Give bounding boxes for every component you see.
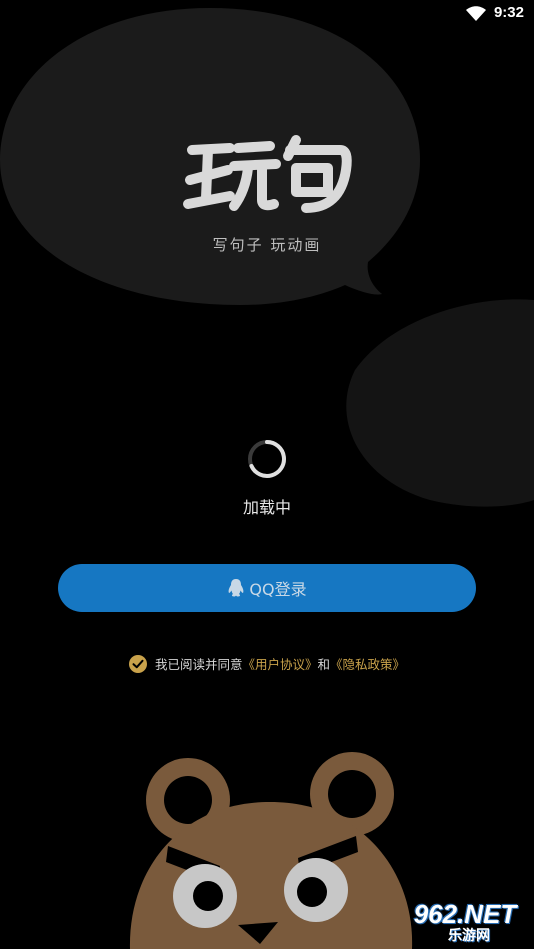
- bear-mascot-illustration: [129, 752, 413, 949]
- watermark: 962.NET 乐游网: [400, 899, 530, 944]
- agreement-row: 我已阅读并同意 《用户协议》 和 《隐私政策》: [0, 654, 534, 673]
- checkbox-checked-icon[interactable]: [128, 654, 147, 673]
- app-logo: [183, 135, 352, 213]
- qq-login-button[interactable]: QQ登录: [58, 564, 476, 612]
- privacy-policy-link[interactable]: 《隐私政策》: [330, 654, 405, 673]
- status-bar: 9:32: [0, 0, 534, 28]
- agreement-conjunction: 和: [317, 657, 331, 672]
- agreement-prefix: 我已阅读并同意: [154, 657, 243, 672]
- loading-label: 加载中: [242, 498, 291, 517]
- wifi-icon: [466, 6, 486, 21]
- user-agreement-link[interactable]: 《用户协议》: [242, 654, 317, 673]
- qq-login-label: QQ登录: [249, 580, 307, 599]
- watermark-sub: 乐游网: [448, 928, 490, 944]
- tagline: 写句子 玩动画: [212, 236, 322, 254]
- status-time: 9:32: [493, 4, 524, 21]
- qq-penguin-icon: [228, 579, 244, 597]
- loading-spinner-icon: [248, 440, 286, 478]
